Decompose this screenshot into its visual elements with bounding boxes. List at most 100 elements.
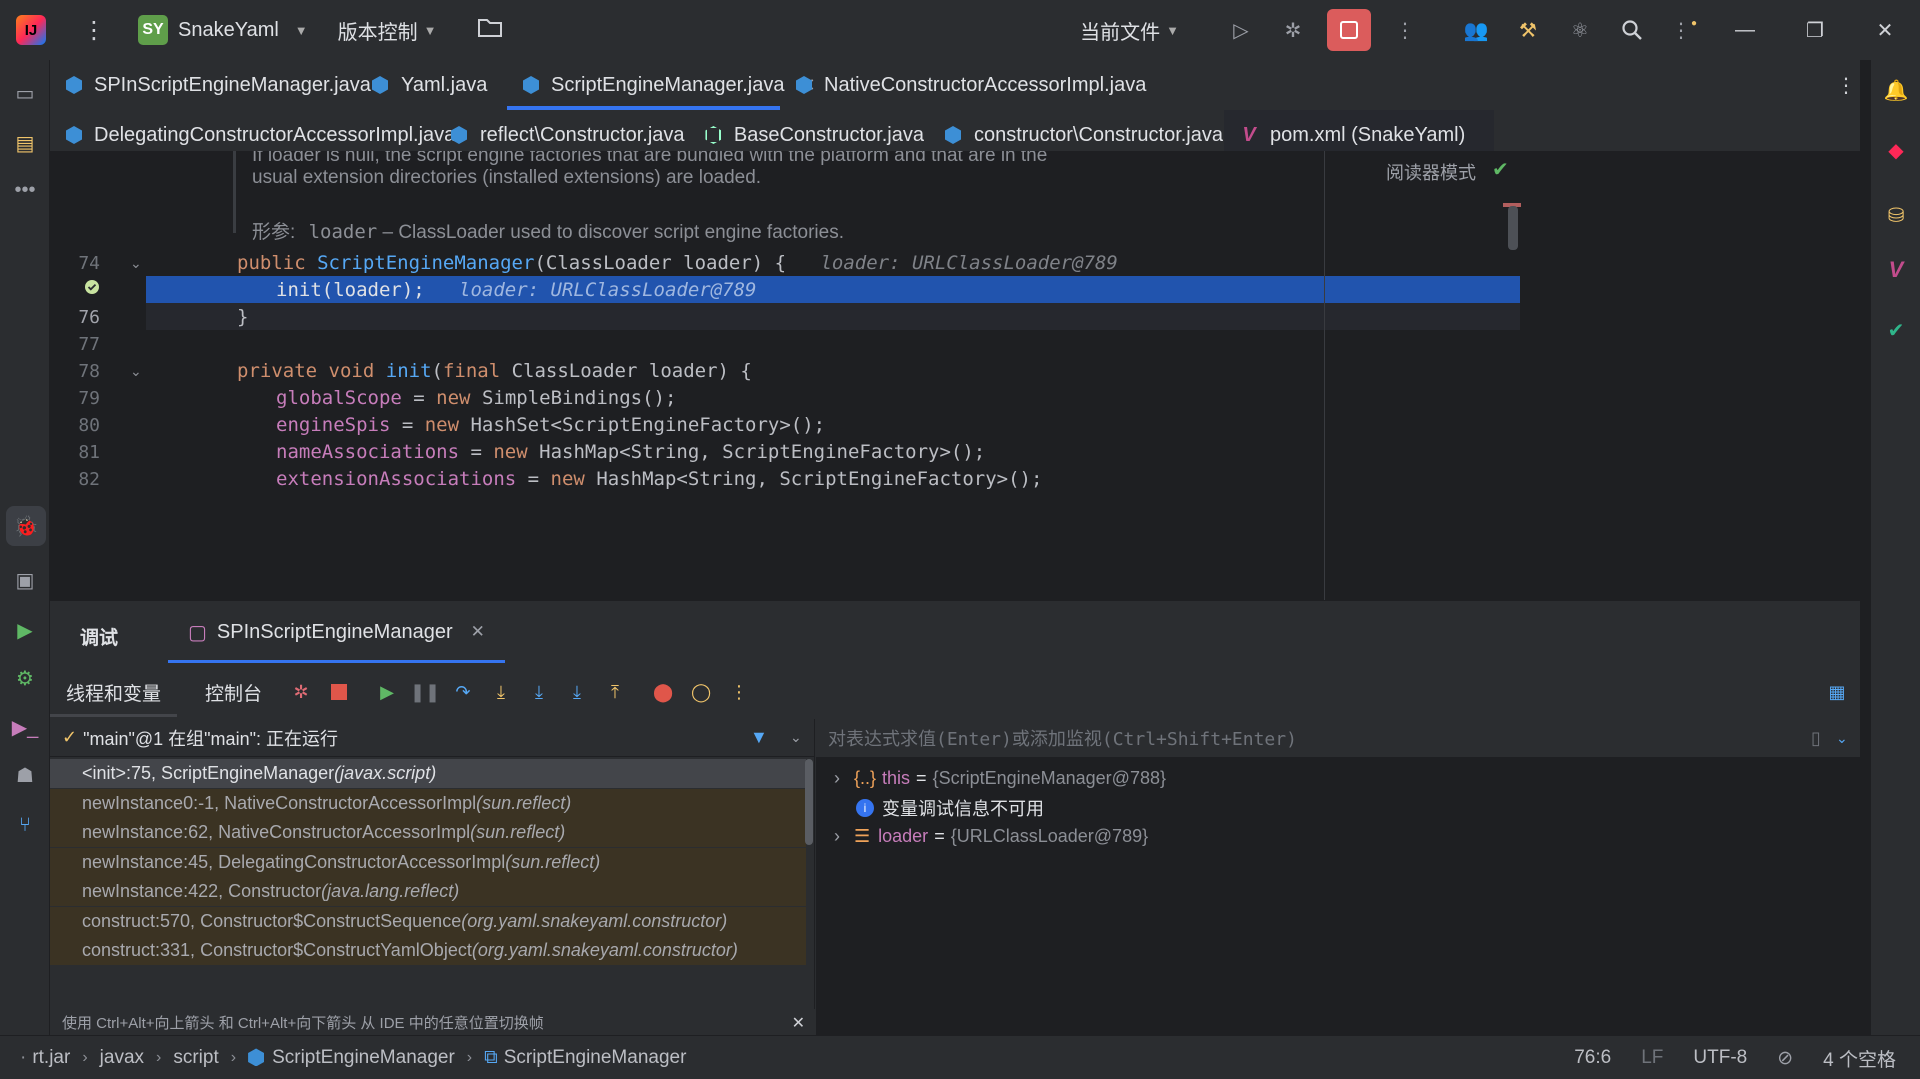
debug-icon[interactable]: ✲ [1278,15,1308,45]
project-selector[interactable]: SY SnakeYaml ▼ [138,15,308,45]
problems-icon[interactable]: ☗ [10,760,40,790]
restore-button[interactable]: ❐ [1780,18,1850,43]
frame-method: newInstance:62, NativeConstructorAccesso… [82,822,471,842]
minimize-button[interactable]: — [1710,19,1780,42]
crumb-method[interactable]: ScriptEngineManager [504,1047,687,1069]
smart-step-into-icon[interactable]: ⤓ [562,677,592,707]
tip-bar: 使用 Ctrl+Alt+向上箭头 和 Ctrl+Alt+向下箭头 从 IDE 中… [50,1009,815,1036]
expand-chevron-icon[interactable]: › [834,768,840,789]
run-config-selector[interactable]: 当前文件 ▼ [1080,16,1179,45]
inline-debug-value: loader: URLClassLoader@789 [820,252,1118,274]
stack-frame[interactable]: newInstance:62, NativeConstructorAccesso… [50,818,806,847]
intellij-logo-icon[interactable]: IJ [16,15,46,45]
debug-session-tab[interactable]: ▢ SPInScriptEngineManager ✕ [168,601,505,663]
structure-icon[interactable]: ▤ [10,128,40,158]
stack-frame[interactable]: construct:570, Constructor$ConstructSequ… [50,906,806,936]
vcs-menu[interactable]: 版本控制 ▼ [338,16,437,45]
file-encoding[interactable]: UTF-8 [1693,1047,1747,1069]
tab-threads-variables[interactable]: 线程和变量 [50,667,178,717]
chevron-down-icon[interactable]: ⌄ [1836,730,1848,747]
crumb-javax[interactable]: javax [100,1047,144,1069]
layout-settings-icon[interactable]: ▦ [1822,677,1852,707]
constructor-icon: ⧉ [484,1046,498,1068]
readonly-icon[interactable]: ⊘ [1777,1047,1793,1070]
project-view-icon[interactable]: ▭ [10,78,40,108]
chevron-down-icon[interactable]: ⌄ [790,729,802,746]
caret-position[interactable]: 76:6 [1574,1047,1611,1069]
stack-frame[interactable]: newInstance:45, DelegatingConstructorAcc… [50,847,806,877]
build-tools-icon[interactable]: ⚒ [1513,15,1543,45]
database-icon[interactable]: ⛁ [1881,200,1911,230]
code-line-81: nameAssociations = new HashMap<String, S… [276,441,985,463]
notifications-icon[interactable]: 🔔 [1881,75,1911,105]
crumb-rt-jar[interactable]: rt.jar [32,1047,70,1069]
expand-chevron-icon[interactable]: › [834,826,840,847]
terminal-icon[interactable]: ▶_ [10,712,40,742]
rerun-debug-icon[interactable]: ✲ [286,677,316,707]
run-tool-icon[interactable]: ▶ [10,615,40,645]
bookmark-icon[interactable]: ▯ [1811,728,1821,749]
tab-nativeconstructoraccessorimpl[interactable]: NativeConstructorAccessorImpl.java [780,60,1146,110]
filter-icon[interactable]: ▼ [750,727,768,748]
close-window-button[interactable]: ✕ [1850,18,1920,43]
tab-console[interactable]: 控制台 [189,667,278,717]
tab-yaml[interactable]: Yaml.java [355,60,505,110]
jar-icon: · [20,1046,27,1068]
reader-mode-toggle[interactable]: 阅读器模式 [1386,159,1476,185]
crumb-script[interactable]: script [173,1047,218,1069]
stack-frame[interactable]: <init>:75, ScriptEngineManager (javax.sc… [50,759,806,788]
stack-frame[interactable]: construct:331, Constructor$ConstructYaml… [50,936,806,965]
thread-selector[interactable]: ✓ "main"@1 在组"main": 正在运行 ▼ ⌄ [50,719,815,757]
jetbrains-ai-icon[interactable]: ◆ [1881,135,1911,165]
pause-icon[interactable]: ❚❚ [410,677,440,707]
evaluate-expression-input[interactable]: 对表达式求值(Enter)或添加监视(Ctrl+Shift+Enter) ▯ ⌄ [816,719,1860,757]
tab-label: SPInScriptEngineManager.java [94,73,371,96]
line-separator[interactable]: LF [1641,1047,1663,1069]
frame-package: (java.lang.reflect) [321,881,460,901]
tab-scriptenginemanager[interactable]: ScriptEngineManager.java ✕ [507,60,816,110]
breakpoint-check-icon[interactable] [78,279,100,300]
debug-tool-icon[interactable]: 🐞 [6,506,46,546]
close-tip-icon[interactable]: ✕ [792,1013,805,1033]
fold-chevron-icon[interactable]: ⌄ [130,363,142,380]
search-icon[interactable] [1617,15,1647,45]
mute-breakpoints-icon[interactable]: ◯ [686,677,716,707]
coverage-icon[interactable]: ✔ [1881,315,1911,345]
code-editor[interactable]: If loader is null, the script engine fac… [50,151,1860,600]
services-icon[interactable]: ▣ [10,565,40,595]
variable-this[interactable]: › {..} this = {ScriptEngineManager@788} [834,764,1166,793]
stack-frame[interactable]: newInstance0:-1, NativeConstructorAccess… [50,788,806,818]
fold-chevron-icon[interactable]: ⌄ [130,255,142,272]
stop-button[interactable] [1327,9,1371,51]
step-into-icon[interactable]: ⤓ [486,677,516,707]
git-icon[interactable]: ⑂ [10,810,40,840]
ai-assistant-icon[interactable]: ⚛ [1565,15,1595,45]
folder-icon[interactable] [477,16,503,44]
editor-scrollbar[interactable] [1508,206,1518,250]
tabs-more-icon[interactable]: ⋮ [1820,60,1856,110]
run-icon[interactable]: ▷ [1226,15,1256,45]
stop-debug-icon[interactable] [324,677,354,707]
settings-gear-icon[interactable]: ⚙ [10,663,40,693]
force-step-into-icon[interactable]: ⤓ [524,677,554,707]
step-over-icon[interactable]: ↷ [448,677,478,707]
more-tools-icon[interactable]: ••• [10,175,40,205]
frame-method: construct:331, Constructor$ConstructYaml… [82,940,472,960]
maven-icon[interactable]: V [1881,255,1911,285]
stack-frame[interactable]: newInstance:422, Constructor (java.lang.… [50,877,806,906]
view-breakpoints-icon[interactable]: ⬤ [648,677,678,707]
tab-spinscriptenginemanager[interactable]: SPInScriptEngineManager.java [50,60,371,110]
crumb-class[interactable]: ScriptEngineManager [272,1047,455,1069]
indent-setting[interactable]: 4 个空格 [1823,1045,1896,1072]
code-with-me-icon[interactable]: 👥 [1461,15,1491,45]
more-actions-icon[interactable]: ⋮ [1390,15,1420,45]
variable-loader[interactable]: › ☰ loader = {URLClassLoader@789} [834,822,1148,851]
step-out-icon[interactable]: ⤒ [600,677,630,707]
settings-update-icon[interactable]: ⋮ ● [1669,15,1699,45]
no-problems-check-icon[interactable]: ✔ [1492,157,1509,182]
resume-icon[interactable]: ▶ [372,677,402,707]
close-session-icon[interactable]: ✕ [471,622,485,642]
more-debug-actions-icon[interactable]: ⋮ [724,677,754,707]
frames-scrollbar[interactable] [805,759,813,845]
main-menu-icon[interactable]: ⋮ [82,16,106,45]
